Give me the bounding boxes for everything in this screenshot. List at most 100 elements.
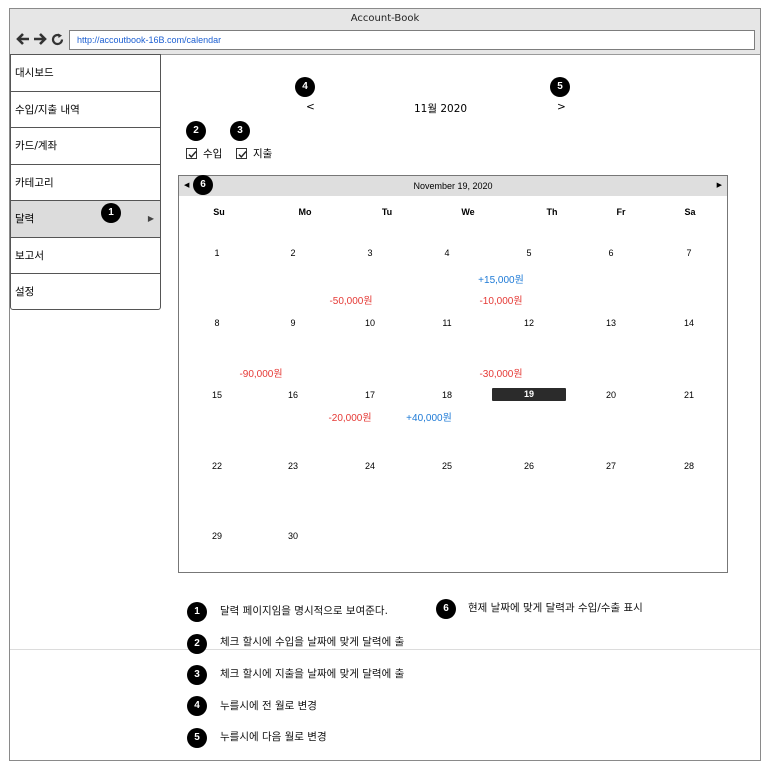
- calendar-day[interactable]: 10: [350, 318, 390, 328]
- month-label: 11월 2020: [414, 103, 468, 115]
- income-amount: +40,000원: [406, 413, 452, 424]
- calendar-day[interactable]: 1: [197, 248, 237, 258]
- note-text: 체크 할시에 수입을 날짜에 맞게 달력에 출: [220, 636, 405, 648]
- calendar-day[interactable]: 4: [427, 248, 467, 258]
- calendar-day[interactable]: 8: [197, 318, 237, 328]
- calendar-day[interactable]: 7: [669, 248, 709, 258]
- checkbox-box: [186, 148, 197, 159]
- nav-controls: [15, 31, 67, 47]
- calendar-day[interactable]: 3: [350, 248, 390, 258]
- calendar-day[interactable]: 23: [273, 461, 313, 471]
- calendar-day[interactable]: 27: [591, 461, 631, 471]
- calendar-day[interactable]: 18: [427, 390, 467, 400]
- sidebar-item-label: 카드/계좌: [15, 140, 58, 152]
- calendar: ◀ November 19, 2020 ▶ Su Mo Tu We Th Fr …: [178, 175, 728, 573]
- calendar-day[interactable]: 29: [197, 531, 237, 541]
- sidebar-item-reports[interactable]: 보고서: [11, 238, 160, 274]
- calendar-day[interactable]: 30: [273, 531, 313, 541]
- title-bar: Account-Book http://accoutbook-16B.com/c…: [10, 9, 760, 55]
- annotation-badge-6: 6: [193, 175, 213, 195]
- reload-icon[interactable]: [51, 33, 64, 46]
- note-text: 누를시에 다음 월로 변경: [220, 731, 327, 743]
- sidebar-item-label: 달력: [15, 213, 35, 225]
- check-icon: [238, 151, 247, 158]
- calendar-day[interactable]: 12: [509, 318, 549, 328]
- calendar-day-today[interactable]: 19: [492, 388, 566, 401]
- calendar-day[interactable]: 20: [591, 390, 631, 400]
- sidebar-item-label: 보고서: [15, 249, 44, 262]
- note-text: 누를시에 전 월로 변경: [220, 700, 317, 712]
- url-bar[interactable]: http://accoutbook-16B.com/calendar: [69, 30, 755, 50]
- calendar-day[interactable]: 25: [427, 461, 467, 471]
- sidebar-item-label: 수입/지출 내역: [15, 103, 80, 116]
- calendar-day[interactable]: 6: [591, 248, 631, 258]
- note-badge: 2: [187, 634, 207, 654]
- sidebar: 대시보드 수입/지출 내역 카드/계좌 카테고리 달력 ▶ 보고서 설정: [10, 54, 161, 310]
- weekday-label: Fr: [616, 207, 626, 217]
- sidebar-item-categories[interactable]: 카테고리: [11, 165, 160, 201]
- note-badge: 4: [187, 696, 207, 716]
- calendar-date-label: November 19, 2020: [413, 181, 493, 191]
- calendar-day[interactable]: 16: [273, 390, 313, 400]
- note-badge: 5: [187, 728, 207, 748]
- calendar-day[interactable]: 2: [273, 248, 313, 258]
- sidebar-item-label: 카테고리: [15, 176, 54, 189]
- calendar-header: ◀ November 19, 2020 ▶: [179, 176, 727, 196]
- note-badge: 1: [187, 602, 207, 622]
- sidebar-item-label: 대시보드: [15, 67, 54, 79]
- calendar-day[interactable]: 11: [427, 318, 467, 328]
- sidebar-item-dashboard[interactable]: 대시보드: [11, 55, 160, 92]
- expense-checkbox-label: 지출: [253, 148, 273, 160]
- annotation-badge-4: 4: [295, 77, 315, 97]
- weekday-label: We: [461, 207, 475, 217]
- income-checkbox[interactable]: 수입: [186, 146, 222, 161]
- forward-arrow-icon[interactable]: [33, 32, 48, 46]
- sidebar-item-transactions[interactable]: 수입/지출 내역: [11, 92, 160, 128]
- weekday-label: Sa: [684, 207, 696, 217]
- calendar-day[interactable]: 14: [669, 318, 709, 328]
- next-month-button[interactable]: >: [557, 101, 566, 113]
- weekday-label: Mo: [298, 207, 312, 217]
- calendar-day[interactable]: 17: [350, 390, 390, 400]
- window-title: Account-Book: [350, 13, 420, 24]
- calendar-day[interactable]: 26: [509, 461, 549, 471]
- chevron-right-icon: ▶: [147, 214, 154, 223]
- calendar-day[interactable]: 9: [273, 318, 313, 328]
- calendar-day[interactable]: 5: [509, 248, 549, 258]
- calendar-day[interactable]: 15: [197, 390, 237, 400]
- note-text: 체크 할시에 지출을 날짜에 맞게 달력에 출: [220, 668, 405, 680]
- expense-amount: -20,000원: [328, 413, 372, 424]
- calendar-day[interactable]: 21: [669, 390, 709, 400]
- calendar-day[interactable]: 22: [197, 461, 237, 471]
- annotation-badge-1: 1: [101, 203, 121, 223]
- calendar-prev-icon[interactable]: ◀: [184, 176, 189, 196]
- calendar-day[interactable]: 13: [591, 318, 631, 328]
- annotation-badge-5: 5: [550, 77, 570, 97]
- expense-amount: -30,000원: [479, 369, 523, 380]
- sidebar-item-cards-accounts[interactable]: 카드/계좌: [11, 128, 160, 165]
- annotation-badge-2: 2: [186, 121, 206, 141]
- section-divider: [10, 649, 760, 650]
- calendar-next-icon[interactable]: ▶: [717, 176, 722, 196]
- note-text: 현제 날짜에 맞게 달력과 수입/수출 표시: [468, 602, 643, 614]
- back-arrow-icon[interactable]: [15, 32, 30, 46]
- calendar-day[interactable]: 28: [669, 461, 709, 471]
- income-checkbox-label: 수입: [203, 148, 223, 160]
- annotation-badge-3: 3: [230, 121, 250, 141]
- check-icon: [188, 151, 197, 158]
- checkbox-box: [236, 148, 247, 159]
- weekday-label: Su: [213, 207, 225, 217]
- weekday-label: Tu: [381, 207, 393, 217]
- sidebar-item-calendar[interactable]: 달력 ▶: [11, 201, 160, 238]
- expense-amount: -50,000원: [329, 296, 373, 307]
- sidebar-item-settings[interactable]: 설정: [11, 274, 160, 311]
- note-badge: 3: [187, 665, 207, 685]
- note-text: 달력 페이지임을 명시적으로 보여준다.: [220, 605, 388, 617]
- prev-month-button[interactable]: <: [306, 101, 315, 113]
- income-amount: +15,000원: [478, 275, 524, 286]
- sidebar-item-label: 설정: [15, 286, 35, 298]
- weekday-label: Th: [546, 207, 558, 217]
- note-badge: 6: [436, 599, 456, 619]
- expense-checkbox[interactable]: 지출: [236, 146, 272, 161]
- calendar-day[interactable]: 24: [350, 461, 390, 471]
